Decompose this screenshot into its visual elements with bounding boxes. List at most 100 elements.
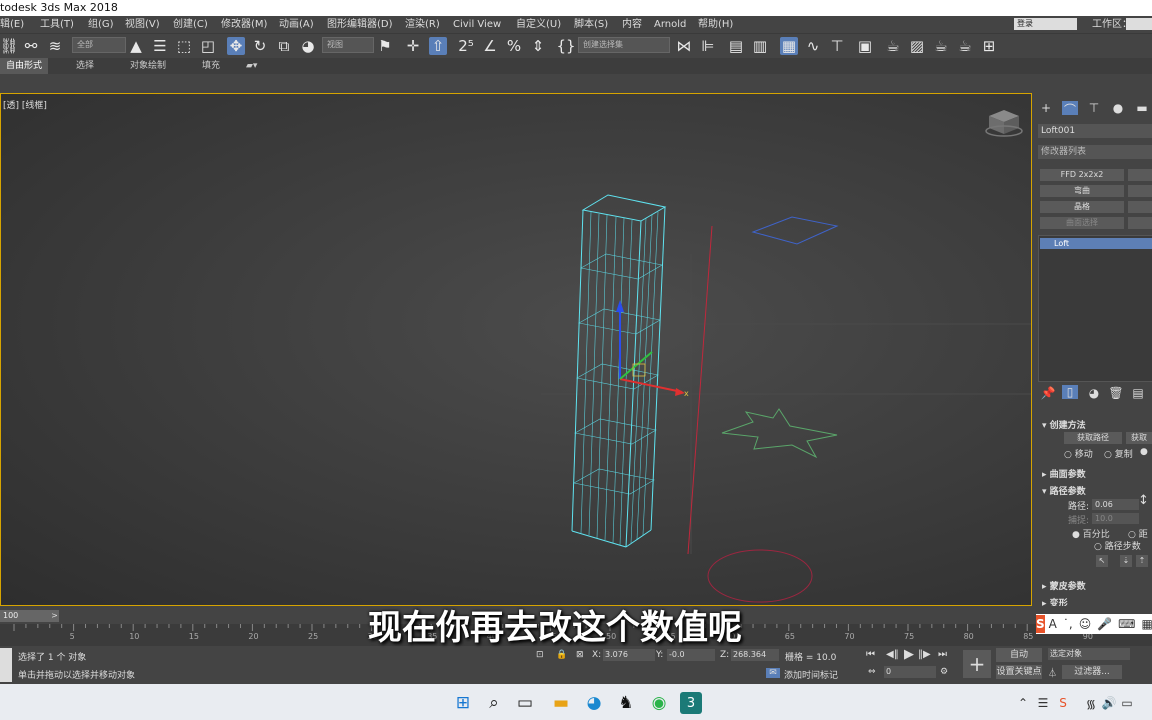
toggle-ribbon-icon[interactable]: ▦ [780, 37, 798, 55]
render-setup-icon[interactable]: ☕ [884, 37, 902, 55]
rendered-frame-window-icon[interactable]: ▨ [908, 37, 926, 55]
key-mode-icon[interactable]: ⇔ [868, 667, 876, 677]
ime-toolbar[interactable]: S A ˙, ☺ 🎤 ⌨ ▦ [1036, 614, 1152, 634]
remove-modifier-icon[interactable]: 🗑 [1108, 386, 1124, 400]
absolute-mode-icon[interactable]: ⊠ [576, 650, 584, 660]
ribbon-tab-selection[interactable]: 选择 [70, 58, 100, 74]
loft-path-spline[interactable] [687, 225, 713, 555]
make-unique-icon[interactable]: ◕ [1086, 386, 1102, 400]
scene-explorer-icon[interactable]: ▤ [727, 37, 745, 55]
voice-icon[interactable]: 🎤 [1097, 617, 1112, 631]
modifier-set-button-3[interactable] [1128, 201, 1152, 213]
curve-editor-icon[interactable]: ∿ [804, 37, 822, 55]
align-icon[interactable]: ⊫ [699, 37, 717, 55]
menu-arnold[interactable]: Arnold [654, 16, 686, 33]
add-time-tag-label[interactable]: 添加时间标记 [784, 668, 838, 681]
select-object-icon[interactable]: ▲ [127, 37, 145, 55]
time-configuration-icon[interactable]: ⚙ [940, 667, 948, 677]
keyboard-icon[interactable]: ⌨ [1118, 617, 1135, 631]
pick-shape-icon[interactable]: ↖ [1096, 555, 1108, 567]
select-and-move-icon[interactable]: ✥ [227, 37, 245, 55]
add-time-tag-icon[interactable]: ✉ [766, 668, 780, 678]
surface-parameters-rollout[interactable]: ▸ 曲面参数 [1042, 467, 1086, 480]
file-explorer-icon[interactable]: ▬ [550, 692, 572, 714]
surface-select-button[interactable]: 曲面选择 [1040, 217, 1124, 229]
edit-named-selection-icon[interactable]: {} [556, 37, 575, 55]
tray-app-icon[interactable]: ☰ [1032, 692, 1054, 714]
selected-object-dropdown[interactable]: 选定对象 [1048, 648, 1130, 660]
render-in-cloud-icon[interactable]: ⊞ [980, 37, 998, 55]
rectangular-selection-icon[interactable]: ⬚ [175, 37, 193, 55]
punctuation-icon[interactable]: ˙, [1063, 617, 1073, 631]
schematic-view-icon[interactable]: ⊤ [828, 37, 846, 55]
path-parameters-rollout[interactable]: ▾ 路径参数 [1042, 484, 1086, 497]
lattice-button[interactable]: 晶格 [1040, 201, 1124, 213]
move-radio[interactable]: ○ 移动 [1064, 447, 1093, 460]
play-icon[interactable]: ▶ [904, 647, 914, 662]
path-value-spinner[interactable]: 0.06 [1092, 499, 1139, 510]
previous-shape-icon[interactable]: ⇣ [1120, 555, 1132, 567]
menu-edit[interactable]: 辑(E) [0, 16, 24, 33]
time-slider-frame-display[interactable]: 100 [0, 610, 51, 622]
star-shape[interactable] [721, 408, 838, 459]
emoji-icon[interactable]: ☺ [1079, 617, 1092, 631]
selection-filter-dropdown[interactable]: 全部 [72, 37, 126, 53]
modifier-set-button-2[interactable] [1128, 185, 1152, 197]
spinner-snap-icon[interactable]: ⇕ [529, 37, 547, 55]
named-selection-dropdown[interactable]: 创建选择集 [578, 37, 670, 53]
set-key-big-icon[interactable]: + [963, 650, 991, 678]
modifier-list-dropdown[interactable]: 修改器列表 [1038, 145, 1152, 159]
menu-civil-view[interactable]: Civil View [453, 16, 501, 33]
start-button-icon[interactable]: ⊞ [452, 692, 474, 714]
menu-customize[interactable]: 自定义(U) [516, 16, 561, 33]
bend-button[interactable]: 弯曲 [1040, 185, 1124, 197]
creation-method-rollout[interactable]: ▾ 创建方法 [1042, 418, 1086, 431]
menu-help[interactable]: 帮助(H) [698, 16, 733, 33]
viewcube-icon[interactable] [985, 110, 1023, 137]
bind-space-warp-icon[interactable]: ≋ [46, 37, 64, 55]
menu-group[interactable]: 组(G) [88, 16, 114, 33]
ffd-button[interactable]: FFD 2x2x2 [1040, 169, 1124, 181]
go-to-start-icon[interactable]: ⏮ [866, 649, 875, 660]
manipulate-icon[interactable]: ✛ [404, 37, 422, 55]
auto-key-button[interactable]: 自动 [996, 648, 1042, 662]
set-key-button[interactable]: 设置关键点 [996, 665, 1042, 679]
menu-modifiers[interactable]: 修改器(M) [221, 16, 267, 33]
ribbon-tab-populate[interactable]: 填充 [196, 58, 226, 74]
ribbon-options-icon[interactable]: ▰▾ [240, 58, 263, 74]
ime-mode-icon[interactable]: A [1049, 617, 1057, 631]
key-filters-button[interactable]: 过滤器... [1062, 665, 1122, 679]
configure-sets-icon[interactable]: ▤ [1130, 386, 1146, 400]
keyboard-shortcut-override-icon[interactable]: ⇧ [429, 37, 447, 55]
tray-overflow-icon[interactable]: ⌃ [1012, 692, 1034, 714]
snaps-toggle-icon[interactable]: 2⁵ [457, 37, 475, 55]
motion-tab-icon[interactable]: ● [1110, 101, 1126, 115]
edge-browser-icon[interactable]: ◕ [583, 692, 605, 714]
show-end-result-icon[interactable]: ▯ [1062, 385, 1078, 399]
select-and-place-icon[interactable]: ◕ [299, 37, 317, 55]
loft-object-wireframe[interactable] [571, 194, 667, 548]
object-name-field[interactable]: Loft001 [1038, 124, 1152, 138]
menu-scripting[interactable]: 脚本(S) [574, 16, 608, 33]
menu-content[interactable]: 内容 [622, 16, 642, 33]
ribbon-tab-freeform[interactable]: 自由形式 [0, 58, 49, 74]
layer-explorer-icon[interactable]: ▥ [751, 37, 769, 55]
menu-tools[interactable]: 工具(T) [40, 16, 74, 33]
pin-stack-icon[interactable]: 📌 [1040, 386, 1056, 400]
next-shape-icon[interactable]: ⇡ [1136, 555, 1148, 567]
render-production-icon[interactable]: ☕ [932, 37, 950, 55]
create-tab-icon[interactable]: + [1038, 101, 1054, 115]
modify-tab-icon[interactable]: ⌒ [1062, 101, 1078, 117]
previous-frame-icon[interactable]: ◀‖ [886, 649, 899, 660]
rectangle-shape[interactable] [751, 216, 839, 245]
instance-radio[interactable]: ● [1140, 447, 1148, 457]
display-tab-icon[interactable]: ▬ [1134, 101, 1150, 115]
time-slider-next-icon[interactable]: > [50, 610, 59, 622]
sogou-tray-icon[interactable]: S [1052, 692, 1074, 714]
key-filters-icon[interactable]: ⏃ [1048, 666, 1057, 679]
pivot-center-icon[interactable]: ⚑ [376, 37, 394, 55]
hierarchy-tab-icon[interactable]: ⊤ [1086, 101, 1102, 115]
mirror-icon[interactable]: ⋈ [675, 37, 693, 55]
render-iterative-icon[interactable]: ☕ [956, 37, 974, 55]
y-coord-field[interactable]: -0.0 [667, 649, 715, 661]
